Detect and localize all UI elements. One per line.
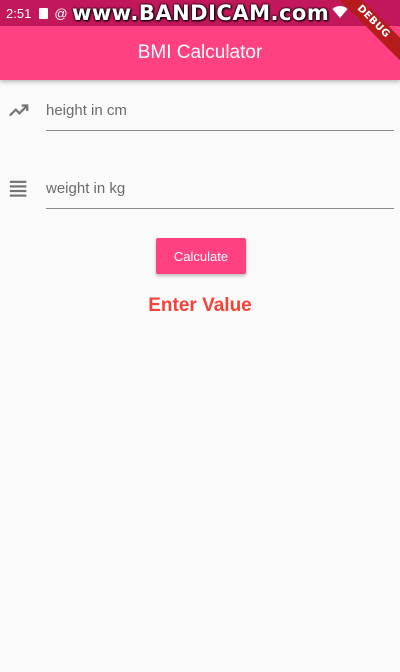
debug-banner-wrap: DEBUG xyxy=(340,0,400,60)
height-input[interactable] xyxy=(46,90,394,131)
bandicam-watermark: www.BANDICAM.com xyxy=(72,1,330,25)
calculate-button[interactable]: Calculate xyxy=(156,238,246,274)
app-title: BMI Calculator xyxy=(137,42,263,63)
trending-up-icon xyxy=(9,104,29,117)
status-time: 2:51 xyxy=(6,5,32,21)
at-icon: @ xyxy=(54,5,68,21)
height-field-row xyxy=(0,90,400,160)
weight-field-row xyxy=(0,168,400,238)
result-text: Enter Value xyxy=(148,295,252,316)
weight-input[interactable] xyxy=(46,168,394,209)
list-icon xyxy=(9,180,27,197)
sd-card-icon xyxy=(39,7,49,19)
debug-banner: DEBUG xyxy=(340,0,400,60)
